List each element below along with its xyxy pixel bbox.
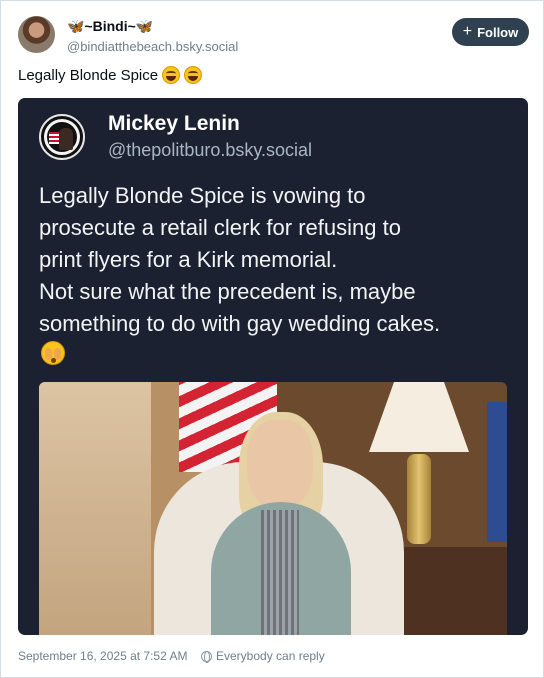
author-avatar[interactable] (18, 16, 55, 53)
reply-setting-label: Everybody can reply (216, 649, 325, 663)
quoted-text-line: Legally Blonde Spice is vowing to (39, 183, 366, 208)
lamp-base (407, 454, 431, 544)
follow-button[interactable]: + Follow (452, 18, 529, 46)
post-text-content: Legally Blonde Spice (18, 66, 159, 84)
quoted-post-text: Legally Blonde Spice is vowing to prosec… (39, 180, 519, 340)
quoted-author-handle[interactable]: @thepolitburo.bsky.social (108, 140, 312, 161)
portrait-figure (59, 128, 73, 150)
author-handle[interactable]: @bindiatthebeach.bsky.social (67, 39, 238, 54)
face-with-hand-over-eyes-icon (41, 341, 65, 365)
follow-label: Follow (477, 24, 519, 40)
quoted-text-line: Not sure what the precedent is, maybe (39, 279, 416, 304)
laughing-face-icon (184, 66, 203, 84)
person-face (247, 420, 313, 510)
lamp-shade (369, 382, 469, 452)
author-display-name[interactable]: 🦋~Bindi~🦋 (67, 18, 153, 35)
plus-icon: + (462, 23, 473, 40)
person-shirt (261, 510, 299, 635)
quoted-text-line: print flyers for a Kirk memorial. (39, 247, 338, 272)
globe-icon (201, 650, 212, 663)
post-text: Legally Blonde Spice (18, 66, 203, 84)
laughing-face-icon (162, 66, 181, 84)
blue-flag (487, 402, 507, 542)
post-timestamp[interactable]: September 16, 2025 at 7:52 AM (18, 649, 187, 663)
quoted-text-line: prosecute a retail clerk for refusing to (39, 215, 401, 240)
reply-setting: Everybody can reply (201, 649, 325, 663)
wall-panel (39, 382, 151, 635)
quoted-post-image[interactable] (39, 382, 507, 635)
quoted-post[interactable]: Mickey Lenin @thepolitburo.bsky.social L… (18, 98, 528, 635)
quoted-author-avatar[interactable] (39, 114, 85, 160)
quoted-text-line: something to do with gay wedding cakes. (39, 311, 441, 336)
post-card: 🦋~Bindi~🦋 @bindiatthebeach.bsky.social +… (0, 0, 544, 678)
quoted-author-name[interactable]: Mickey Lenin (108, 112, 240, 136)
